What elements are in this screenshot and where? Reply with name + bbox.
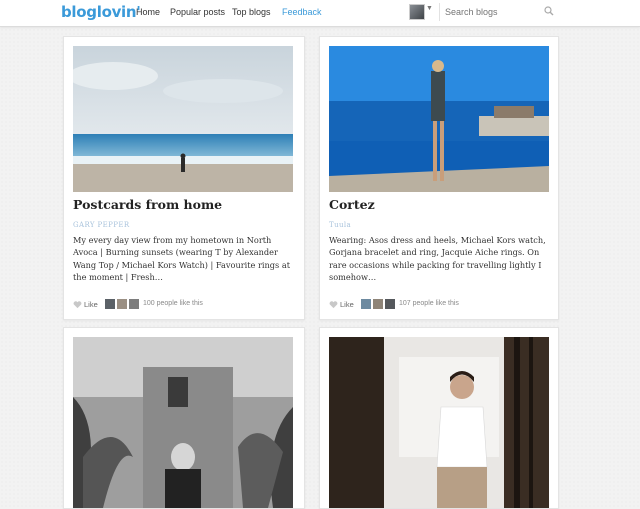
liker-avatar[interactable]	[105, 299, 115, 309]
palm-courtyard-photo[interactable]	[73, 337, 293, 508]
search-input[interactable]	[445, 5, 535, 18]
liker-avatar[interactable]	[129, 299, 139, 309]
post-description: My every day view from my hometown in No…	[73, 235, 291, 282]
liker-avatar[interactable]	[373, 299, 383, 309]
post-description: Wearing: Asos dress and heels, Michael K…	[329, 235, 546, 282]
heart-icon[interactable]	[329, 300, 338, 309]
heart-icon[interactable]	[73, 300, 82, 309]
chevron-down-icon[interactable]: ▼	[426, 5, 433, 12]
search-icon[interactable]	[544, 6, 554, 16]
like-bar: Like 107 people like this	[329, 299, 551, 311]
post-card	[63, 327, 305, 509]
liker-avatar[interactable]	[385, 299, 395, 309]
like-button[interactable]: Like	[84, 300, 98, 309]
post-title[interactable]: Postcards from home	[73, 197, 222, 212]
blog-name-link[interactable]: Tuula	[329, 221, 351, 229]
liker-avatar[interactable]	[361, 299, 371, 309]
like-count[interactable]: 100 people like this	[143, 300, 203, 307]
white-top-portrait-photo[interactable]	[329, 337, 549, 508]
post-card: Cortez Tuula Wearing: Asos dress and hee…	[319, 36, 559, 320]
nav-popular-posts-link[interactable]: Popular posts	[170, 7, 225, 17]
like-button[interactable]: Like	[340, 300, 354, 309]
blog-name-link[interactable]: GARY PEPPER	[73, 221, 130, 229]
avatar[interactable]	[409, 4, 425, 20]
beach-photo[interactable]	[73, 46, 293, 192]
post-card: Postcards from home GARY PEPPER My every…	[63, 36, 305, 320]
user-menu[interactable]: ▼	[409, 4, 433, 22]
nav-top-blogs-link[interactable]: Top blogs	[232, 7, 271, 17]
top-bar: bloglovin' Home Popular posts Top blogs …	[0, 0, 640, 27]
nav-home-link[interactable]: Home	[136, 7, 160, 17]
poolside-photo[interactable]	[329, 46, 549, 192]
like-bar: Like 100 people like this	[73, 299, 295, 311]
post-title[interactable]: Cortez	[329, 197, 375, 212]
post-card	[319, 327, 559, 509]
bloglovin-logo[interactable]: bloglovin'	[61, 3, 141, 21]
like-count[interactable]: 107 people like this	[399, 300, 459, 307]
search-box	[439, 3, 558, 21]
liker-avatar[interactable]	[117, 299, 127, 309]
nav-feedback-link[interactable]: Feedback	[282, 7, 322, 17]
